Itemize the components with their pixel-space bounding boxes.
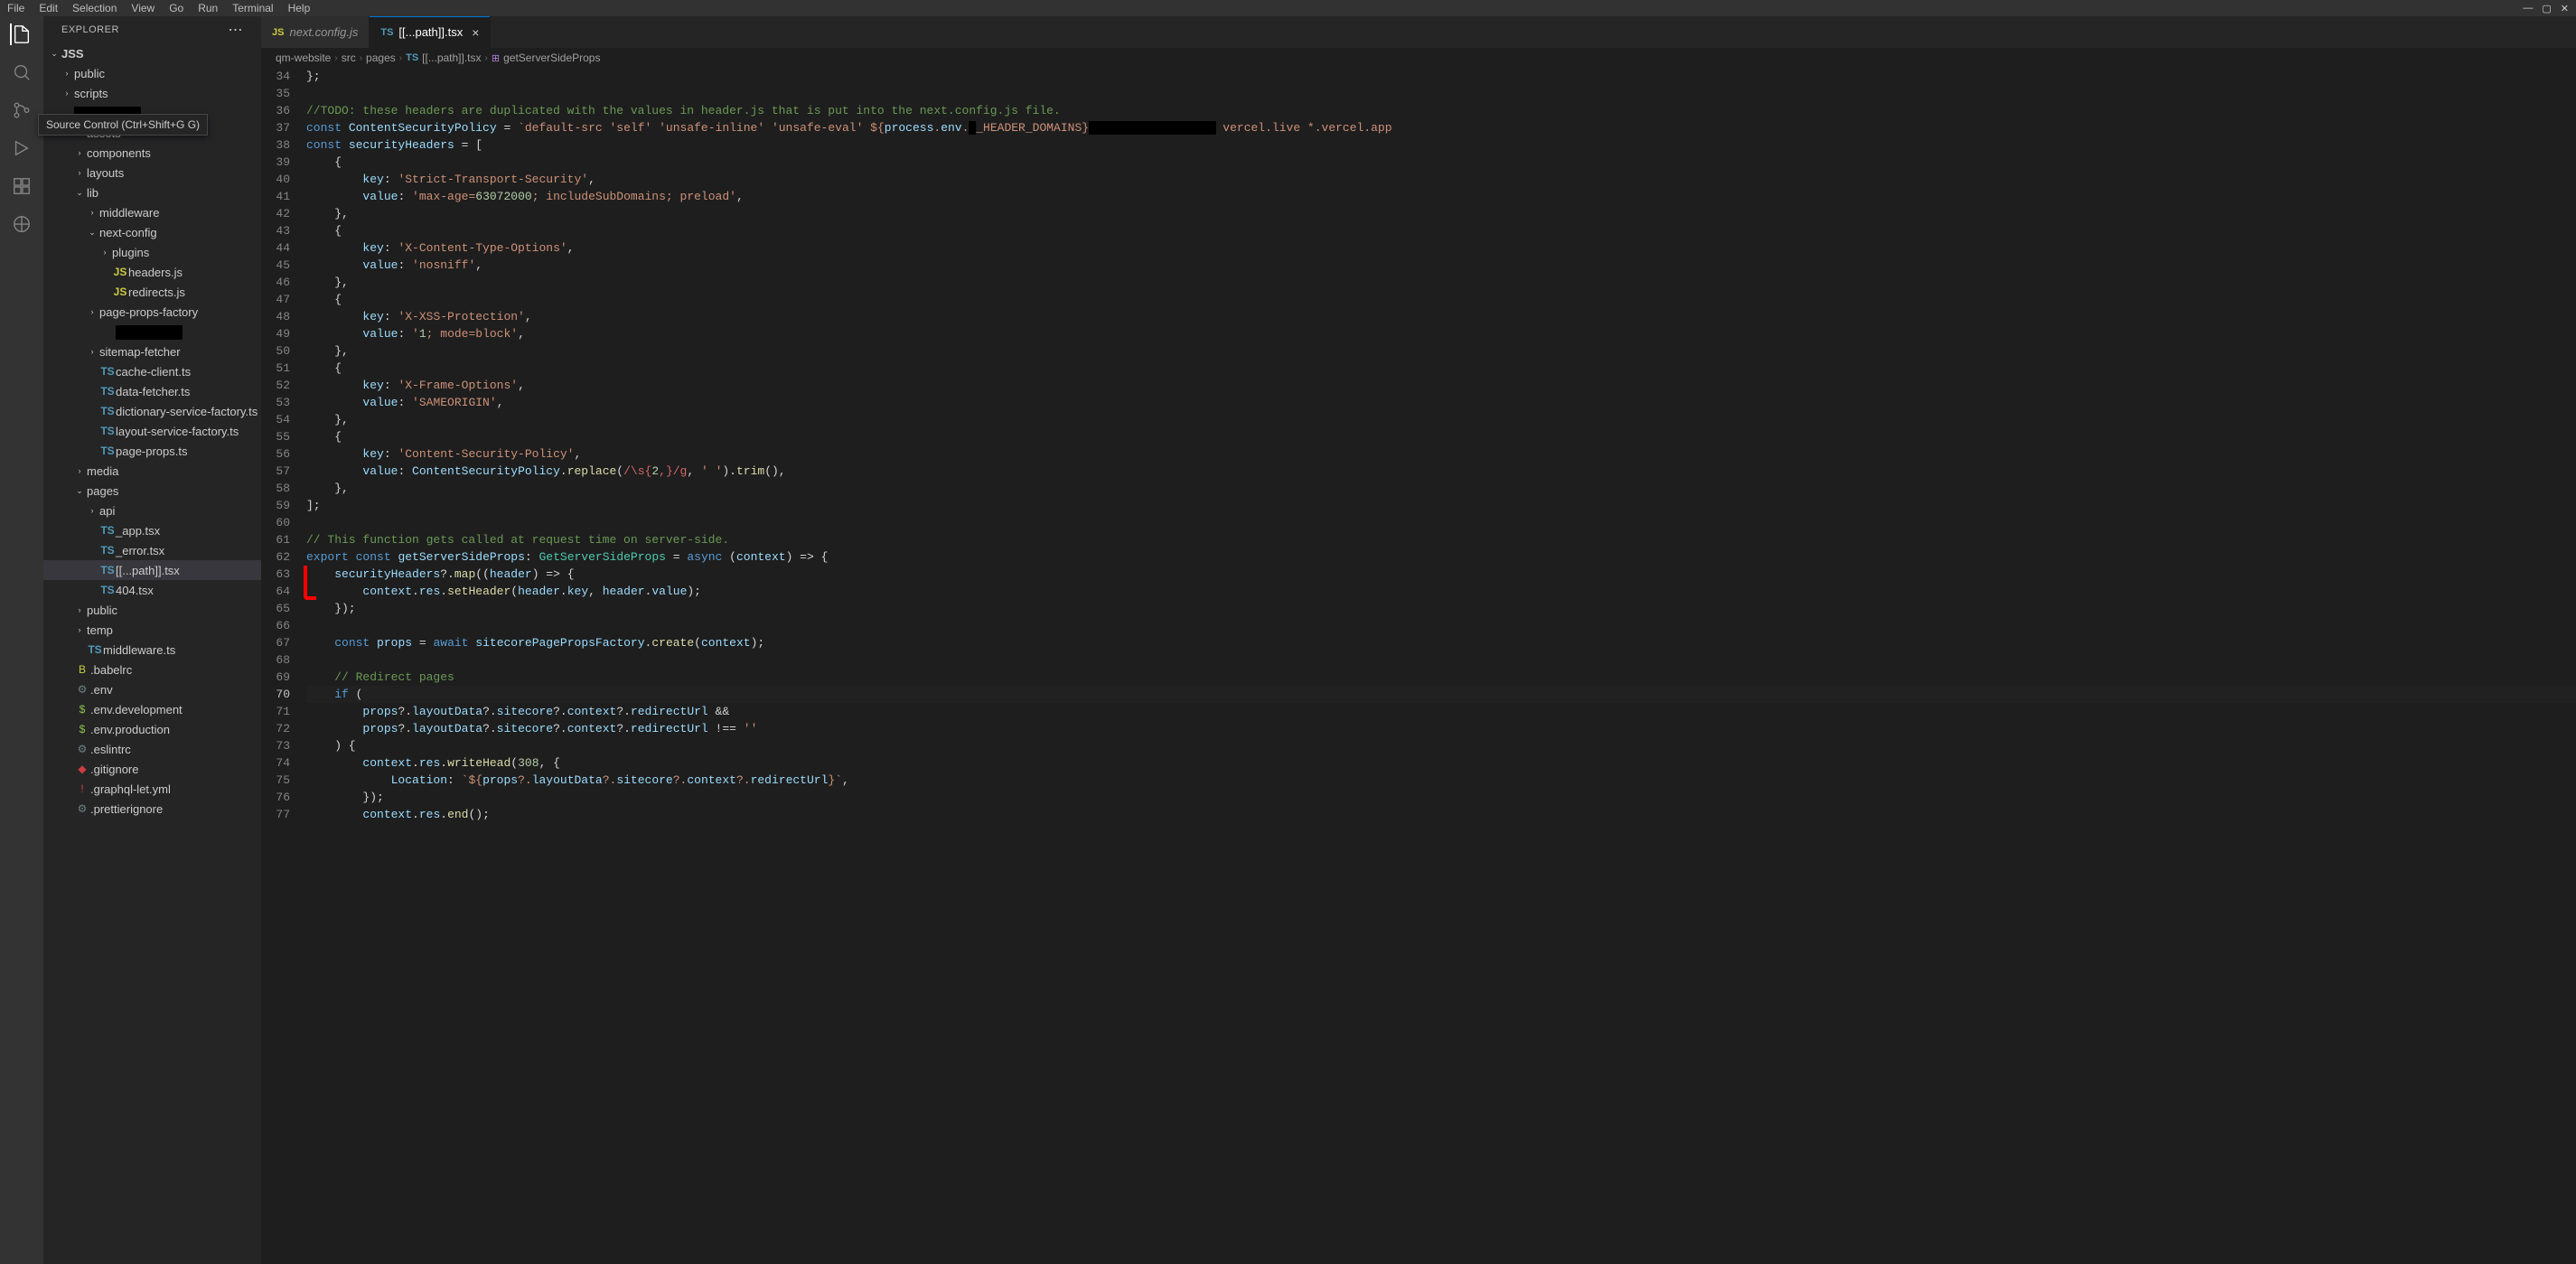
close-window-button[interactable]: ✕ [2561,3,2569,14]
menu-help[interactable]: Help [288,2,311,14]
tree-file[interactable]: TS_error.tsx [43,540,261,560]
code-editor[interactable]: 3435363738394041424344454647484950515253… [261,68,2576,1264]
tree-file[interactable]: JSheaders.js [43,262,261,282]
tree-file[interactable]: !.graphql-let.yml [43,779,261,799]
tree-file[interactable]: TSlayout-service-factory.ts [43,421,261,441]
explorer-sidebar: EXPLORER ⋯ ⌄JSS›public›scripts⌄████████›… [43,16,261,1264]
editor-tab[interactable]: JSnext.config.js [261,16,370,48]
tree-file[interactable]: TS[[...path]].tsx [43,560,261,580]
tree-file[interactable]: ⚙.prettierignore [43,799,261,819]
tree-folder[interactable]: ›page-props-factory [43,302,261,322]
breadcrumb-file-icon: TS [406,52,418,63]
extensions-icon[interactable] [11,175,33,197]
tree-folder[interactable]: ›plugins [43,242,261,262]
tree-folder[interactable]: ⌄next-config [43,222,261,242]
tree-file[interactable]: $.env.production [43,719,261,739]
editor-tabs: JSnext.config.jsTS[[...path]].tsx× [261,16,2576,48]
tree-file[interactable]: $.env.development [43,699,261,719]
menubar: File Edit Selection View Go Run Terminal… [0,0,2576,16]
tree-folder[interactable]: ›scripts [43,83,261,103]
tree-file[interactable]: TSpage-props.ts [43,441,261,461]
tree-file[interactable]: TSdictionary-service-factory.ts [43,401,261,421]
menu-file[interactable]: File [7,2,24,14]
remote-icon[interactable] [11,213,33,235]
breadcrumb-item[interactable]: pages [366,51,396,64]
tree-file[interactable]: ████████ [43,322,261,342]
tree-file[interactable]: JSredirects.js [43,282,261,302]
tree-folder[interactable]: ›sitemap-fetcher [43,342,261,361]
breadcrumbs[interactable]: qm-website›src›pages›TS[[...path]].tsx›⊞… [261,48,2576,68]
tree-folder[interactable]: ›public [43,600,261,620]
minimize-button[interactable]: — [2523,3,2533,14]
breadcrumb-symbol-icon: ⊞ [492,52,500,64]
breadcrumb-item[interactable]: [[...path]].tsx [422,51,481,64]
tree-folder[interactable]: ›temp [43,620,261,640]
sidebar-more-icon[interactable]: ⋯ [229,21,244,39]
editor-tab[interactable]: TS[[...path]].tsx× [370,16,491,48]
tree-folder[interactable]: ›api [43,501,261,520]
sidebar-header: EXPLORER ⋯ [43,16,261,43]
tree-folder[interactable]: ›public [43,63,261,83]
search-icon[interactable] [11,61,33,83]
sidebar-title: EXPLORER [61,24,119,35]
line-gutter: 3435363738394041424344454647484950515253… [261,68,306,1264]
breadcrumb-item[interactable]: qm-website [276,51,331,64]
code-content[interactable]: };//TODO: these headers are duplicated w… [306,68,2576,1264]
tree-root[interactable]: ⌄JSS [43,43,261,63]
menu-terminal[interactable]: Terminal [232,2,273,14]
tab-close-icon[interactable]: × [472,25,479,40]
tree-file[interactable]: TS_app.tsx [43,520,261,540]
tree-file[interactable]: TSdata-fetcher.ts [43,381,261,401]
source-control-tooltip: Source Control (Ctrl+Shift+G G) [38,114,208,136]
editor-area: JSnext.config.jsTS[[...path]].tsx× qm-we… [261,16,2576,1264]
activity-bar: Source Control (Ctrl+Shift+G G) [0,16,43,1264]
menu-view[interactable]: View [131,2,155,14]
tree-file[interactable]: ◆.gitignore [43,759,261,779]
maximize-button[interactable]: ▢ [2542,3,2551,14]
file-tree: ⌄JSS›public›scripts⌄████████›assets›comp… [43,43,261,1264]
breadcrumb-item[interactable]: getServerSideProps [503,51,600,64]
tree-folder[interactable]: ›media [43,461,261,481]
menu-edit[interactable]: Edit [39,2,58,14]
tree-folder[interactable]: ›layouts [43,163,261,183]
tree-folder[interactable]: ⌄pages [43,481,261,501]
tree-file[interactable]: TS404.tsx [43,580,261,600]
tree-folder[interactable]: ›components [43,143,261,163]
tree-file[interactable]: TScache-client.ts [43,361,261,381]
breadcrumb-item[interactable]: src [342,51,356,64]
tree-folder[interactable]: ›middleware [43,202,261,222]
explorer-icon[interactable] [10,23,32,45]
window-controls: — ▢ ✕ [2523,3,2569,14]
menu-run[interactable]: Run [198,2,218,14]
tree-file[interactable]: B.babelrc [43,660,261,679]
source-control-icon[interactable] [11,99,33,121]
tree-file[interactable]: TSmiddleware.ts [43,640,261,660]
tree-folder[interactable]: ⌄lib [43,183,261,202]
tree-file[interactable]: ⚙.env [43,679,261,699]
menu-selection[interactable]: Selection [72,2,117,14]
tree-file[interactable]: ⚙.eslintrc [43,739,261,759]
menu-go[interactable]: Go [169,2,183,14]
run-debug-icon[interactable] [11,137,33,159]
